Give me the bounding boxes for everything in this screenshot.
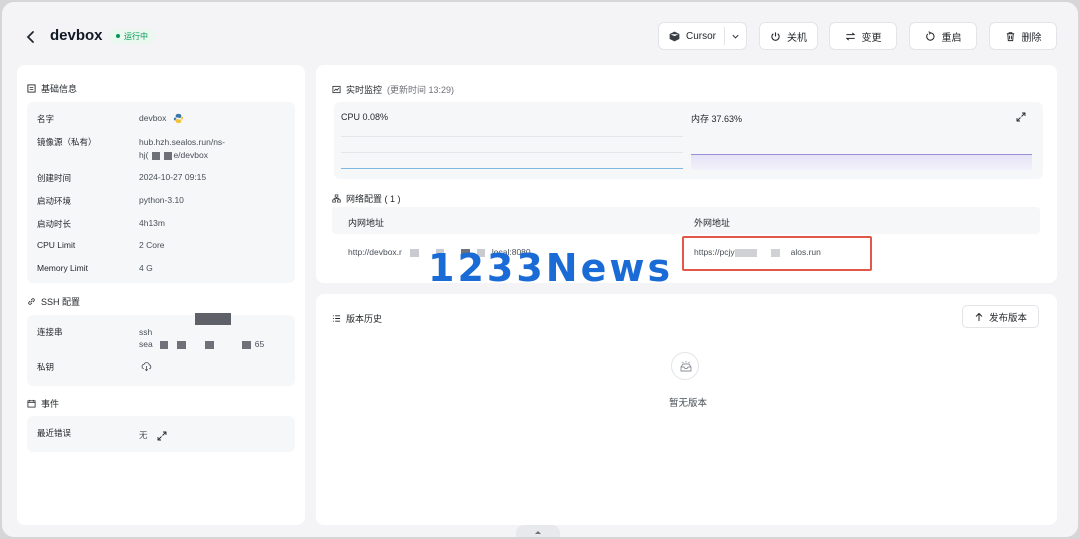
- cpu-usage-label: CPU 0.08%: [341, 112, 389, 122]
- created-label: 创建时间: [37, 173, 72, 183]
- env-label: 启动环境: [37, 196, 72, 206]
- created-value: 2024-10-27 09:15: [139, 172, 207, 182]
- basic-info-heading: 基础信息: [27, 82, 77, 95]
- monitor-charts: CPU 0.08% 内存 37.63%: [334, 102, 1043, 179]
- redaction: [409, 248, 419, 257]
- memory-limit-value: 4 G: [139, 263, 153, 273]
- connection-value[interactable]: ssh sea 65: [139, 326, 264, 350]
- empty-box-icon: [671, 352, 699, 380]
- version-panel: 版本历史 发布版本 暂无版本: [316, 294, 1057, 525]
- private-key-label: 私钥: [37, 362, 55, 372]
- ide-select-button[interactable]: Cursor: [658, 22, 747, 50]
- empty-state-text: 暂无版本: [669, 398, 708, 409]
- info-panel: 基础信息 名字 devbox 镜像源（私有） hub.hzh.sealos.ru…: [17, 65, 305, 525]
- network-table-header: 内网地址 外网地址: [332, 207, 1040, 234]
- chevron-down-icon[interactable]: [730, 31, 741, 42]
- events-heading: 事件: [27, 397, 59, 410]
- ide-label: Cursor: [686, 30, 717, 42]
- image-label: 镜像源（私有）: [37, 137, 97, 147]
- recent-error-value: 无: [139, 429, 167, 441]
- link-icon: [28, 298, 35, 305]
- redaction: [152, 151, 161, 160]
- document-icon: [27, 84, 36, 93]
- cpu-usage-line: [341, 168, 683, 169]
- ssh-list: 连接串 ssh sea 65 私钥: [27, 313, 295, 386]
- python-logo-icon: [173, 114, 183, 124]
- network-icon: [332, 194, 341, 203]
- redaction: [195, 313, 231, 325]
- recent-error-label: 最近错误: [37, 428, 72, 438]
- change-button[interactable]: 变更: [829, 22, 897, 50]
- restart-button[interactable]: 重启: [909, 22, 977, 50]
- cloud-download-icon[interactable]: [141, 361, 152, 372]
- uptime-label: 启动时长: [37, 219, 72, 229]
- monitor-heading: 实时监控 (更新时间 13:29): [332, 83, 454, 96]
- trash-icon: [1006, 31, 1014, 41]
- status-badge: 运行中: [110, 29, 155, 44]
- external-address-value[interactable]: https://pcjy alos.run: [694, 247, 821, 257]
- redaction: [241, 340, 251, 349]
- internal-address-header: 内网地址: [348, 218, 385, 228]
- expand-icon[interactable]: [157, 431, 167, 441]
- drawer-handle[interactable]: [516, 525, 560, 537]
- update-time: (更新时间 13:29): [387, 85, 455, 95]
- delete-button[interactable]: 删除: [989, 22, 1057, 50]
- network-heading: 网络配置 ( 1 ): [332, 192, 401, 205]
- publish-version-button[interactable]: 发布版本: [962, 305, 1039, 328]
- memory-usage-area: [691, 154, 1032, 170]
- env-value: python-3.10: [139, 195, 184, 205]
- image-value: hub.hzh.sealos.run/ns- hj(e/devbox: [139, 137, 225, 160]
- redaction: [204, 340, 214, 349]
- redaction: [770, 248, 780, 257]
- redaction: [164, 151, 173, 160]
- app-frame: devbox 运行中 Cursor 关机 变更 重启 删除 基础信息 名字 de…: [2, 2, 1078, 537]
- redaction: [734, 248, 757, 257]
- events-list: 最近错误 无: [27, 416, 295, 452]
- name-label: 名字: [37, 114, 55, 124]
- expand-icon[interactable]: [1016, 112, 1026, 122]
- connection-label: 连接串: [37, 327, 63, 337]
- external-address-header: 外网地址: [694, 218, 731, 228]
- ssh-heading: SSH 配置: [27, 295, 80, 308]
- version-heading: 版本历史: [332, 312, 382, 325]
- list-icon: [332, 315, 341, 322]
- basic-info-list: 名字 devbox 镜像源（私有） hub.hzh.sealos.run/ns-…: [27, 102, 295, 283]
- memory-limit-label: Memory Limit: [37, 263, 89, 273]
- cpu-limit-value: 2 Core: [139, 240, 165, 250]
- cube-icon: [669, 31, 680, 41]
- redaction: [159, 340, 168, 349]
- name-value: devbox: [139, 113, 184, 124]
- top-bar: devbox 运行中 Cursor 关机 变更 重启 删除: [2, 2, 1078, 66]
- uptime-value: 4h13m: [139, 218, 165, 228]
- swap-icon: [845, 31, 855, 41]
- watermark: 1233News: [428, 246, 674, 290]
- restart-icon: [925, 30, 935, 41]
- power-icon: [771, 31, 780, 41]
- back-arrow-icon[interactable]: [24, 29, 38, 45]
- page-title: devbox: [50, 27, 103, 44]
- cpu-limit-label: CPU Limit: [37, 240, 76, 250]
- calendar-icon: [27, 399, 36, 408]
- chevron-up-icon: [535, 531, 541, 534]
- arrow-up-icon: [975, 312, 983, 321]
- chart-monitor-icon: [332, 85, 341, 94]
- redaction: [176, 340, 186, 349]
- memory-usage-label: 内存 37.63%: [691, 114, 743, 124]
- shutdown-button[interactable]: 关机: [759, 22, 818, 50]
